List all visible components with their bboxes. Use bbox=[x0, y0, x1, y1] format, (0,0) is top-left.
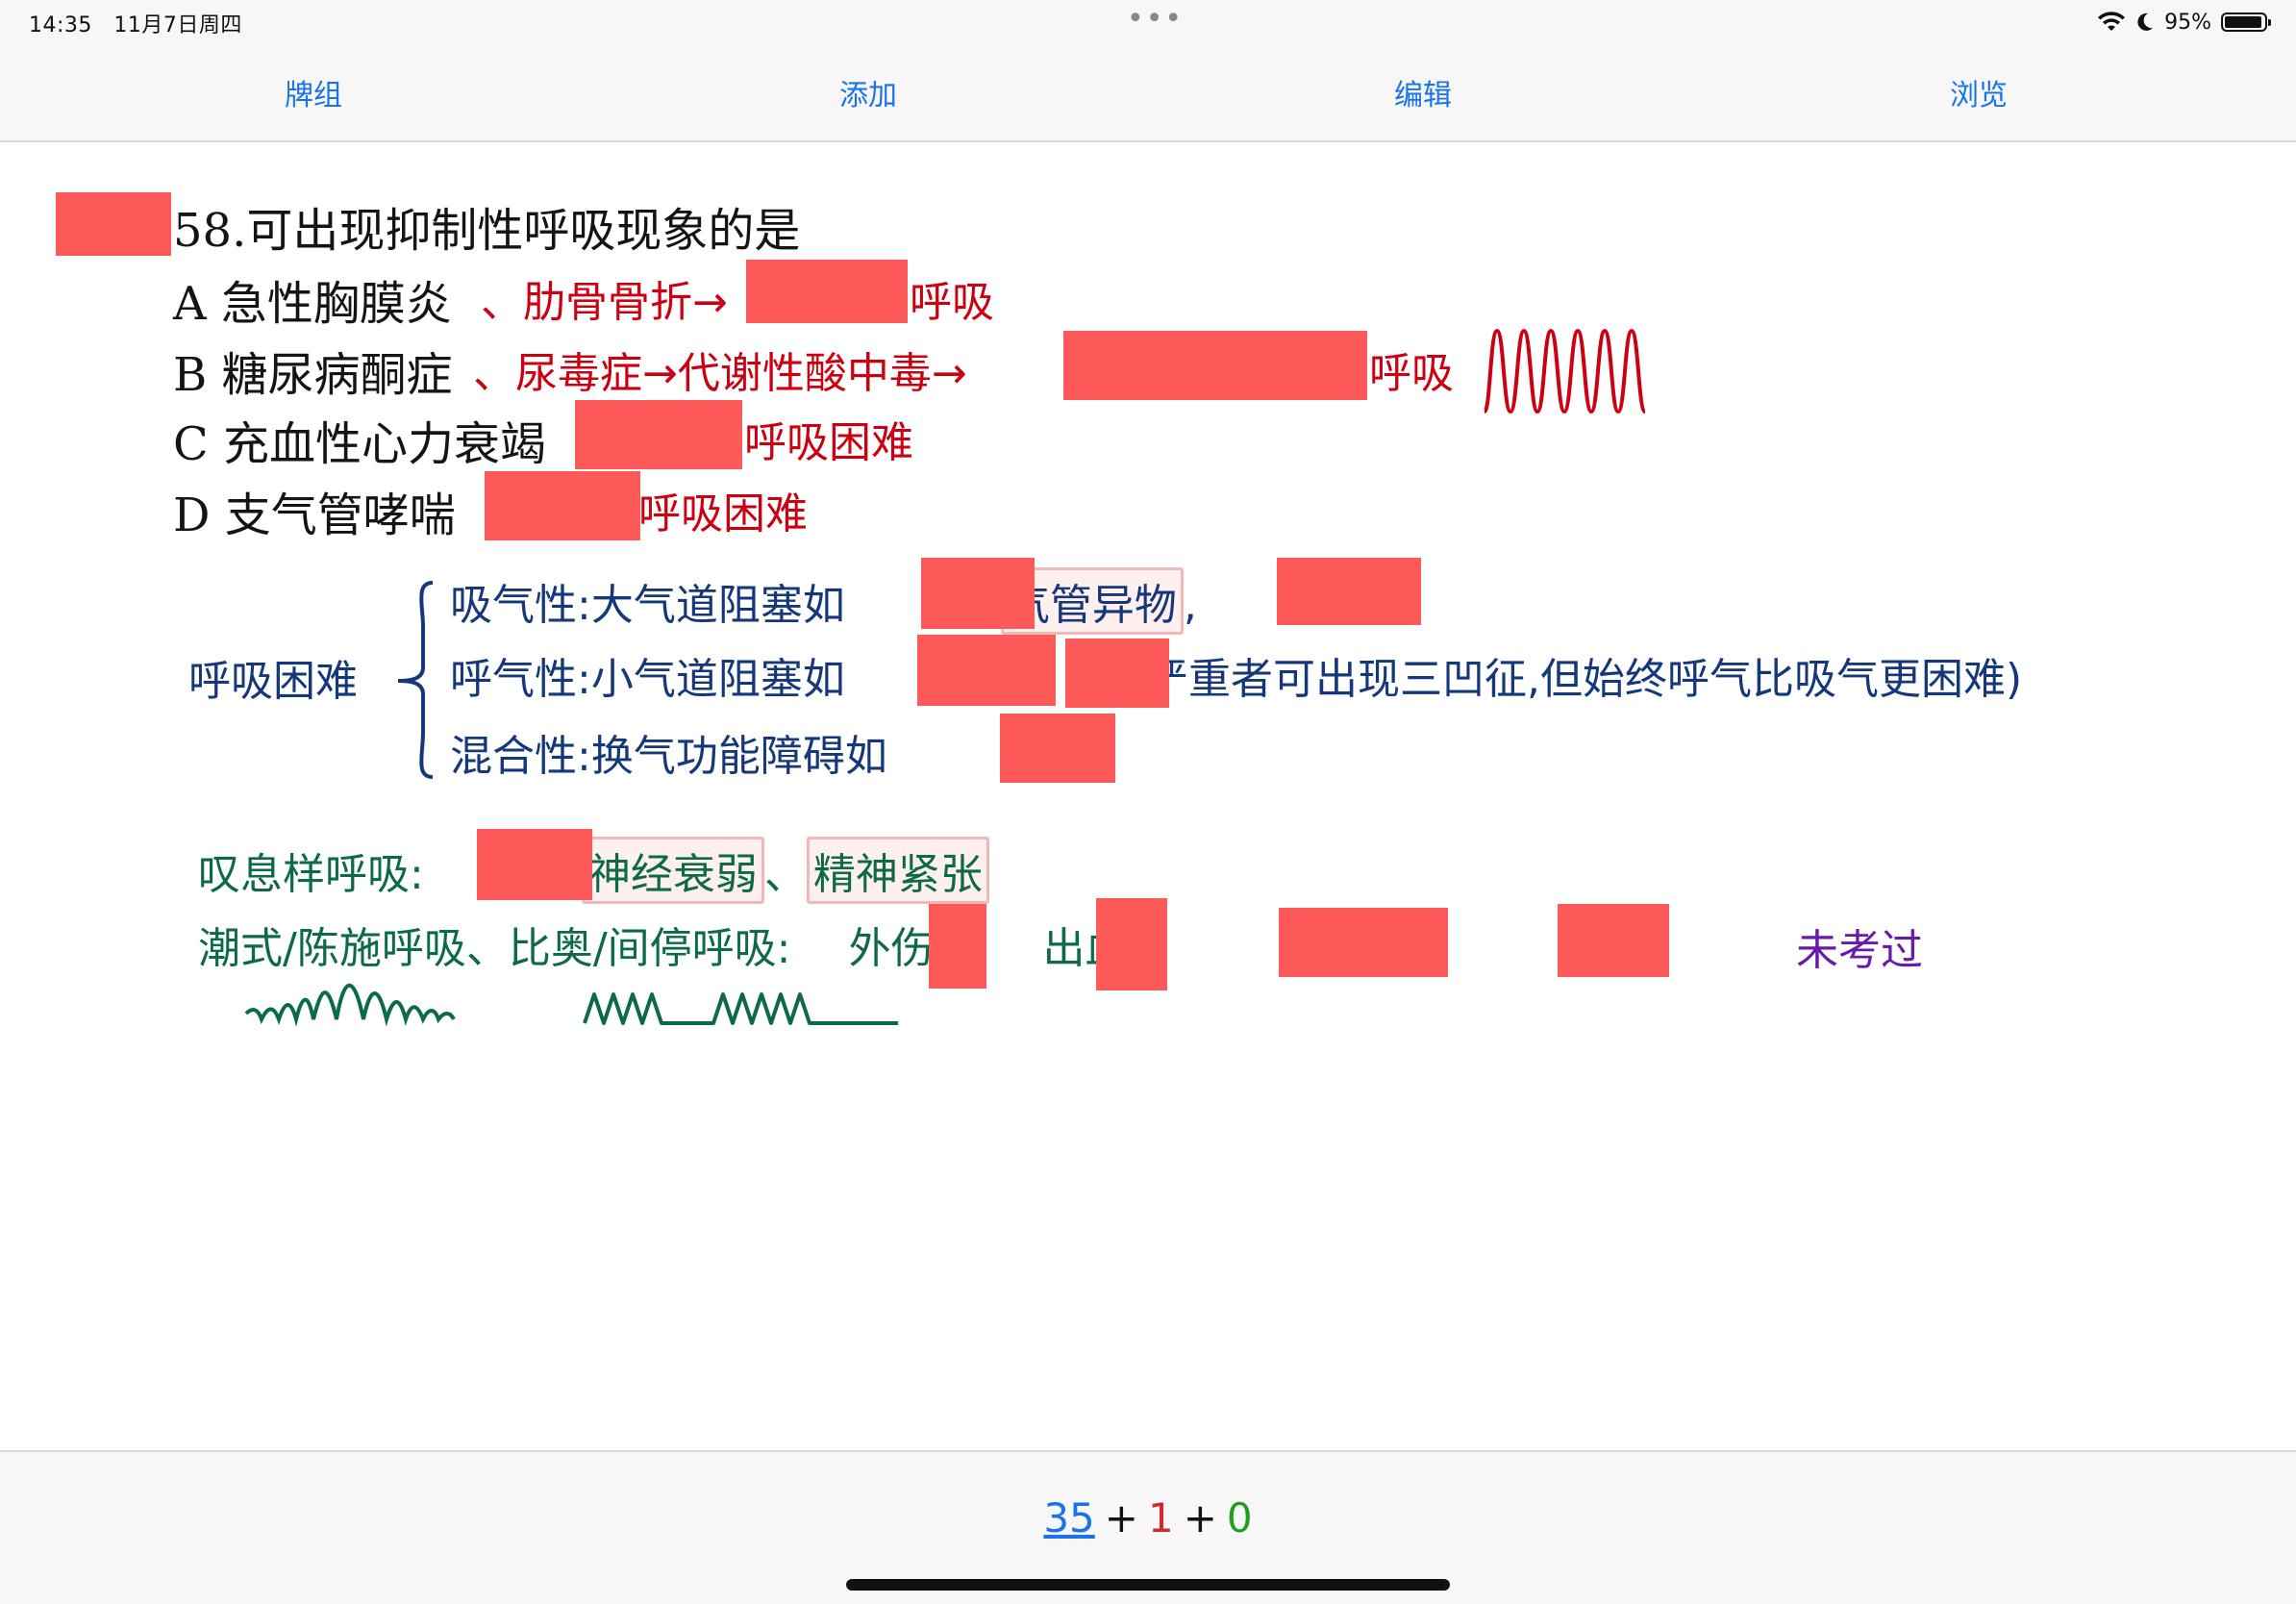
multitasking-dots-icon[interactable]: ••• bbox=[1127, 2, 1184, 36]
plus-sign: + bbox=[1104, 1494, 1138, 1541]
plus-sign: + bbox=[1183, 1494, 1217, 1541]
status-date: 11月7日周四 bbox=[113, 13, 242, 38]
option-b-note-end: 呼吸 bbox=[1369, 349, 1454, 398]
dyspnea-inspiratory: 吸气性:大气道阻塞如、气管异物, bbox=[450, 567, 1197, 635]
mask[interactable] bbox=[929, 904, 986, 989]
add-button[interactable]: 添加 bbox=[753, 71, 984, 113]
option-b: B 糖尿病酮症 bbox=[173, 348, 453, 402]
sigh-breathing: 叹息样呼吸:、神经衰弱、精神紧张 bbox=[198, 837, 989, 904]
cheyne-label: 潮式/陈施呼吸、比奥/间停呼吸: bbox=[198, 924, 791, 973]
status-clock: 14:35 bbox=[29, 13, 92, 38]
separator: , bbox=[1183, 581, 1197, 630]
option-d-note: 呼吸困难 bbox=[638, 489, 808, 539]
mask[interactable] bbox=[1065, 639, 1169, 708]
mask[interactable] bbox=[477, 829, 592, 900]
mask[interactable] bbox=[575, 400, 742, 469]
mask[interactable] bbox=[917, 635, 1056, 706]
battery-percent: 95% bbox=[2164, 10, 2211, 35]
status-time: 14:35 11月7日周四 bbox=[29, 8, 242, 38]
separator: 、 bbox=[763, 850, 807, 899]
home-indicator[interactable] bbox=[846, 1579, 1450, 1591]
biot-wave-icon bbox=[583, 992, 898, 1025]
option-b-note: 、尿毒症→代谢性酸中毒→ bbox=[473, 349, 967, 398]
mask[interactable] bbox=[921, 558, 1035, 629]
bottom-bar: 35 +1 +0 bbox=[0, 1450, 2296, 1604]
option-d: D 支气管哮喘 bbox=[173, 489, 456, 542]
dyspnea-mixed: 混合性:换气功能障碍如 bbox=[450, 732, 887, 781]
card-counts: 35 +1 +0 bbox=[0, 1494, 2296, 1541]
dyspnea-expiratory: 呼气性:小气道阻塞如、(严重者可出现三凹征,但始终呼气比吸气更困难) bbox=[450, 644, 2022, 706]
option-c: C 充血性心力衰竭 bbox=[173, 417, 546, 471]
highlight-neurasthenia: 神经衰弱 bbox=[581, 837, 764, 904]
cheyne-stokes-wave-icon bbox=[244, 983, 456, 1027]
mask[interactable] bbox=[56, 192, 171, 256]
battery-icon bbox=[2221, 13, 2271, 32]
moon-icon bbox=[2137, 13, 2154, 31]
highlight-mental-stress: 精神紧张 bbox=[806, 837, 989, 904]
brace-icon bbox=[397, 581, 434, 779]
battery-cap bbox=[2268, 19, 2271, 26]
dyspnea-expiratory-note: (严重者可出现三凹征,但始终呼气比吸气更困难) bbox=[1129, 655, 2023, 704]
mask[interactable] bbox=[746, 260, 908, 323]
option-a-note: 、肋骨骨折→ bbox=[481, 278, 728, 327]
mask[interactable] bbox=[1096, 898, 1167, 990]
option-a-note-end: 呼吸 bbox=[910, 278, 994, 327]
new-count[interactable]: 35 bbox=[1043, 1494, 1094, 1541]
sigh-label: 叹息样呼吸: bbox=[198, 850, 424, 899]
status-right: 95% bbox=[2097, 6, 2271, 38]
dyspnea-label: 呼吸困难 bbox=[188, 657, 358, 706]
review-count: 0 bbox=[1226, 1494, 1253, 1541]
mask[interactable] bbox=[485, 471, 640, 540]
mask[interactable] bbox=[1558, 904, 1669, 977]
kussmaul-wave-icon bbox=[1483, 328, 1647, 414]
dyspnea-expiratory-text: 呼气性:小气道阻塞如 bbox=[450, 655, 845, 704]
mask[interactable] bbox=[1000, 714, 1115, 783]
decks-button[interactable]: 牌组 bbox=[198, 71, 429, 113]
option-a: A 急性胸膜炎 bbox=[173, 277, 452, 331]
learn-count: 1 bbox=[1147, 1494, 1174, 1541]
mask[interactable] bbox=[1063, 331, 1367, 400]
top-nav: 牌组 添加 编辑 浏览 bbox=[0, 44, 2296, 142]
card-content: 58.可出现抑制性呼吸现象的是 A 急性胸膜炎 、肋骨骨折→ 呼吸 B 糖尿病酮… bbox=[0, 142, 2296, 1576]
battery-fill bbox=[2225, 16, 2261, 28]
wifi-icon bbox=[2098, 12, 2126, 31]
edit-button[interactable]: 编辑 bbox=[1308, 71, 1538, 113]
browse-button[interactable]: 浏览 bbox=[1863, 71, 2094, 113]
option-c-note: 呼吸困难 bbox=[744, 418, 913, 467]
mask[interactable] bbox=[1279, 908, 1448, 977]
status-bar: 14:35 11月7日周四 ••• 95% bbox=[0, 0, 2296, 44]
dyspnea-inspiratory-text: 吸气性:大气道阻塞如 bbox=[450, 581, 845, 630]
question-title: 58.可出现抑制性呼吸现象的是 bbox=[173, 204, 801, 258]
mask[interactable] bbox=[1277, 558, 1421, 625]
not-tested-note: 未考过 bbox=[1796, 926, 1923, 975]
